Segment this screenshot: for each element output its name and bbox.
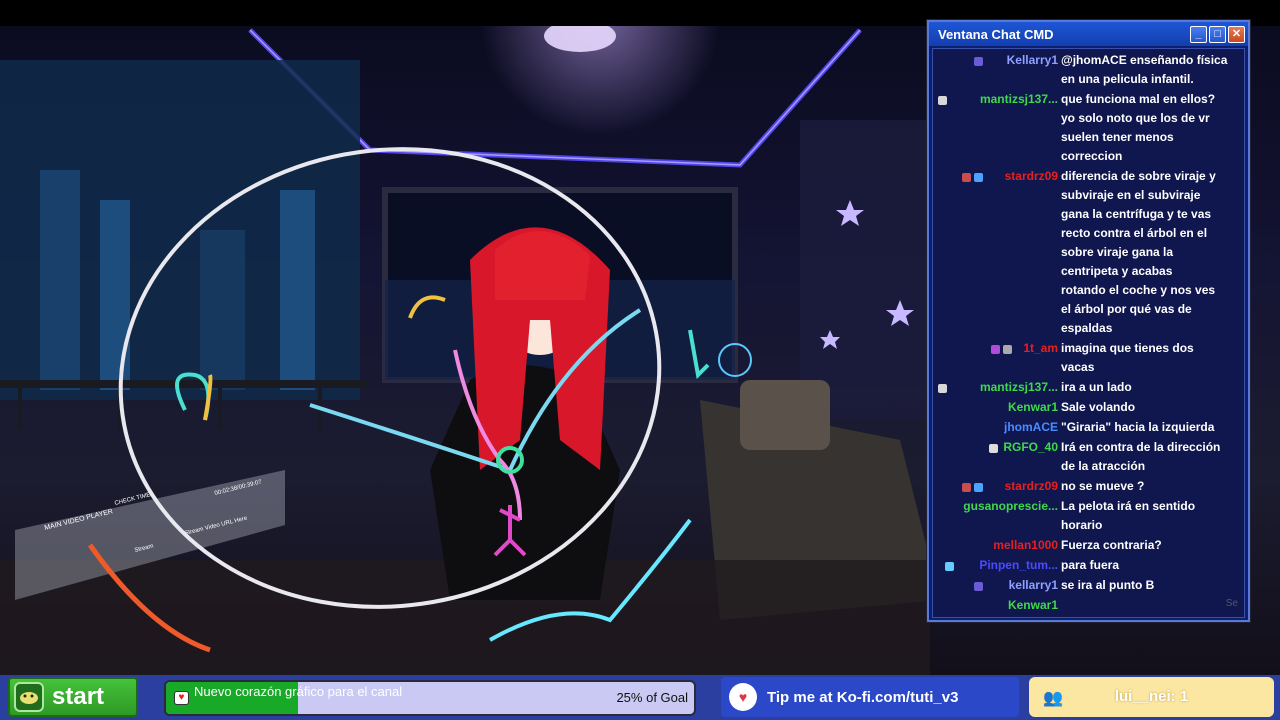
chat-message: Pinpen_tum... para fuera [933, 556, 1244, 575]
badge-icon [1003, 345, 1012, 354]
kofi-cup-icon: ♥ [729, 683, 757, 711]
heart-icon: ♥ [174, 691, 189, 705]
chat-text: diferencia de sobre viraje y subviraje e… [1061, 169, 1216, 335]
chat-badges [991, 343, 1012, 355]
chat-text: para fuera [1061, 558, 1120, 572]
kofi-banner[interactable]: ♥ Tip me at Ko-fi.com/tuti_v3 [721, 677, 1019, 717]
badge-icon [991, 345, 1000, 354]
chat-username[interactable]: mantizsj137... [980, 92, 1058, 106]
chat-message: kellarry1 se ira al punto B [933, 576, 1244, 595]
viewer-widget: 👥 lui__nei: 1 [1029, 677, 1274, 717]
chat-text: Sale volando [1061, 400, 1136, 414]
window-controls: _ □ ✕ [1190, 25, 1248, 43]
badge-icon [945, 562, 955, 571]
chat-badges [974, 55, 992, 67]
chat-username[interactable]: jhomACE [1004, 420, 1058, 434]
goal-widget: ♥ Nuevo corazón gráfico para el canal 25… [164, 680, 696, 716]
chat-badges [962, 171, 984, 183]
chat-message-list[interactable]: Se Kellarry1 @jhomACE enseñando física en… [932, 48, 1245, 618]
chat-username[interactable]: RGFO_40 [1003, 440, 1058, 454]
minimize-button[interactable]: _ [1190, 25, 1207, 43]
chat-badges [974, 580, 992, 592]
chat-badges [962, 481, 984, 493]
chat-title: Ventana Chat CMD [938, 26, 1054, 42]
chat-message: Kenwar1 Sale volando [933, 398, 1244, 417]
badge-icon [962, 173, 972, 182]
chat-text: se ira al punto B [1061, 578, 1155, 592]
chat-username[interactable]: Kenwar1 [1008, 598, 1058, 612]
badge-icon [962, 483, 972, 492]
chat-username[interactable]: mantizsj137... [980, 380, 1058, 394]
badge-icon [938, 384, 948, 393]
chat-message: mellan1000 Fuerza contraria? [933, 536, 1244, 555]
chat-text: @jhomACE enseñando física en una pelicul… [1061, 53, 1228, 86]
chat-message: Kellarry1 @jhomACE enseñando física en un… [933, 51, 1244, 89]
chat-titlebar[interactable]: Ventana Chat CMD _ □ ✕ [929, 22, 1248, 46]
viewer-count: lui__nei: 1 [1114, 688, 1189, 705]
badge-icon [974, 483, 984, 492]
chat-username[interactable]: Pinpen_tum... [979, 558, 1058, 572]
chat-text: Irá en contra de la dirección de la atra… [1061, 440, 1221, 473]
chat-badges [936, 501, 954, 513]
chat-message: gusanoprescie... La pelota irá en sentido… [933, 497, 1244, 535]
chat-username[interactable]: kellarry1 [1009, 578, 1058, 592]
chat-message: RGFO_40 Irá en contra de la dirección de … [933, 438, 1244, 476]
chat-text: ira a un lado [1061, 380, 1132, 394]
chat-message: stardrz09 diferencia de sobre viraje y su… [933, 167, 1244, 338]
close-button[interactable]: ✕ [1228, 25, 1245, 43]
chat-username[interactable]: 1t_am [1023, 341, 1058, 355]
badge-icon [988, 444, 998, 453]
badge-icon [974, 57, 984, 66]
chat-message: stardrz09 no se mueve ? [933, 477, 1244, 496]
chat-badges [938, 94, 956, 106]
chat-message: mantizsj137... que funciona mal en ellos?… [933, 90, 1244, 166]
chat-username[interactable]: Kenwar1 [1008, 400, 1058, 414]
chat-text: Fuerza contraria? [1061, 538, 1162, 552]
chat-username[interactable]: mellan1000 [993, 538, 1058, 552]
chat-message: 1t_am imagina que tienes dos vacas [933, 339, 1244, 377]
chat-text: "Giraria" hacia la izquierda [1061, 420, 1215, 434]
kofi-text: Tip me at Ko-fi.com/tuti_v3 [767, 688, 959, 706]
badge-icon [974, 582, 984, 591]
chat-text: La pelota irá en sentido horario [1061, 499, 1196, 532]
badge-icon [974, 173, 984, 182]
chat-text: que funciona mal en ellos? yo solo noto … [1061, 92, 1216, 163]
chat-badges [938, 382, 956, 394]
chat-text: imagina que tienes dos vacas [1061, 341, 1194, 374]
chat-text: no se mueve ? [1061, 479, 1145, 493]
start-logo-icon [14, 682, 44, 712]
chat-message: mantizsj137... ira a un lado [933, 378, 1244, 397]
chat-username[interactable]: stardrz09 [1005, 169, 1058, 183]
chat-message: Kenwar1 [933, 596, 1244, 615]
maximize-button[interactable]: □ [1209, 25, 1226, 43]
badge-icon [938, 96, 948, 105]
goal-percent: 25% of Goal [616, 690, 688, 705]
chat-badges [945, 560, 963, 572]
start-label: start [52, 683, 105, 710]
chat-username[interactable]: gusanoprescie... [963, 499, 1058, 513]
chat-username[interactable]: stardrz09 [1005, 479, 1058, 493]
start-button[interactable]: start [8, 677, 138, 717]
chat-username[interactable]: Kellarry1 [1007, 53, 1058, 67]
chat-window[interactable]: Ventana Chat CMD _ □ ✕ Se Kellarry1 @jhom… [927, 20, 1250, 622]
chat-message: jhomACE "Giraria" hacia la izquierda [933, 418, 1244, 437]
goal-title: Nuevo corazón gráfico para el canal [194, 684, 403, 699]
